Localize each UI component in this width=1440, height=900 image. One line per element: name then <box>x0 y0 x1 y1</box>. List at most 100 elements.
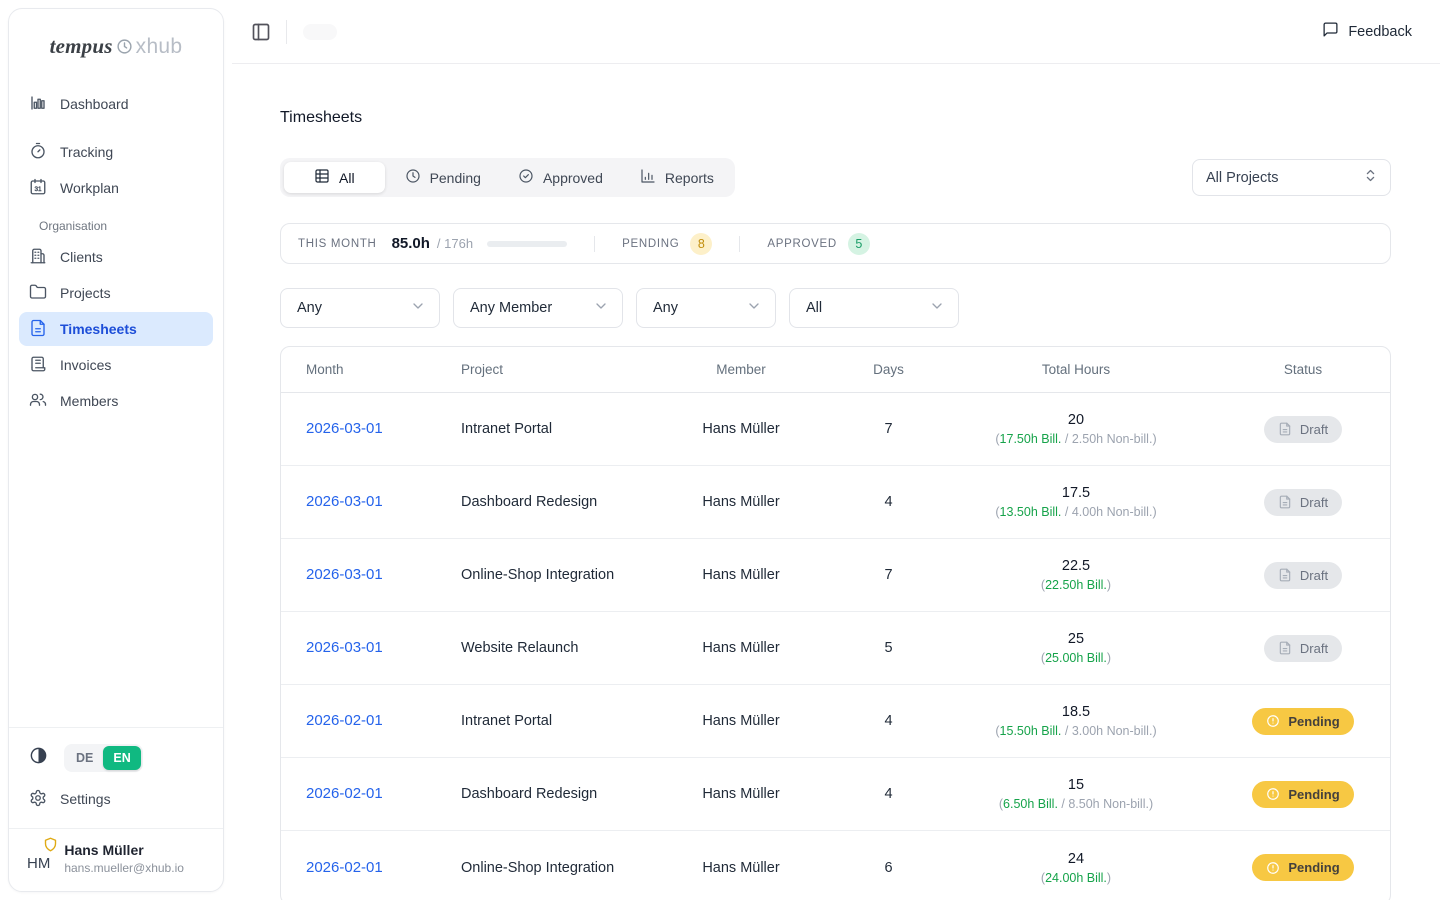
chevrons-up-down-icon <box>1363 168 1378 187</box>
sidebar-item-label: Projects <box>60 285 111 301</box>
chevron-down-icon <box>410 298 426 318</box>
status-label: Pending <box>1288 714 1339 729</box>
timesheet-date-link[interactable]: 2026-03-01 <box>306 420 383 437</box>
user-email: hans.mueller@xhub.io <box>64 861 184 875</box>
status-label: Draft <box>1300 568 1328 583</box>
language-option-en[interactable]: EN <box>103 746 140 770</box>
timesheet-date-link[interactable]: 2026-03-01 <box>306 639 383 656</box>
status-badge: Pending <box>1252 781 1353 808</box>
chevron-down-icon <box>746 298 762 318</box>
cell-days: 4 <box>841 494 936 510</box>
speech-bubble-icon <box>1322 21 1339 42</box>
sidebar-item-label: Members <box>60 393 118 409</box>
status-label: Draft <box>1300 641 1328 656</box>
folder-icon <box>29 283 47 304</box>
file-icon <box>1278 568 1292 582</box>
feedback-label: Feedback <box>1348 24 1412 40</box>
status-label: Pending <box>1288 860 1339 875</box>
clock-icon <box>1266 861 1280 875</box>
cell-total-hours: 22.5 (22.50h Bill.) <box>936 558 1216 592</box>
breadcrumb-skeleton <box>303 24 337 40</box>
cell-total-hours: 24 (24.00h Bill.) <box>936 851 1216 885</box>
column-header-month: Month <box>281 362 456 377</box>
file-icon <box>1278 641 1292 655</box>
theme-contrast-icon[interactable] <box>29 746 48 770</box>
pending-count-badge: 8 <box>690 233 712 255</box>
chevron-down-icon <box>929 298 945 318</box>
cell-days: 7 <box>841 421 936 437</box>
cell-member: Hans Müller <box>641 786 841 802</box>
sidebar-item-clients[interactable]: Clients <box>19 240 213 274</box>
cell-project: Online-Shop Integration <box>456 860 641 876</box>
calendar-icon: 31 <box>29 178 47 199</box>
column-header-project: Project <box>456 362 641 377</box>
sidebar-toggle-button[interactable] <box>251 22 271 42</box>
sidebar-item-projects[interactable]: Projects <box>19 276 213 310</box>
tab-all[interactable]: All <box>284 162 385 193</box>
user-profile[interactable]: HM Hans Müller hans.mueller@xhub.io <box>9 828 223 891</box>
table-row: 2026-03-01 Online-Shop Integration Hans … <box>281 539 1390 612</box>
status-label: Draft <box>1300 422 1328 437</box>
filter-value: Any <box>297 300 322 316</box>
filter-member-select[interactable]: Any Member <box>453 288 623 328</box>
table-row: 2026-02-01 Intranet Portal Hans Müller 4… <box>281 685 1390 758</box>
user-name: Hans Müller <box>64 842 184 858</box>
filter-year-select[interactable]: All <box>789 288 959 328</box>
sidebar-item-label: Invoices <box>60 357 111 373</box>
avatar: HM <box>27 845 50 872</box>
sidebar-item-tracking[interactable]: Tracking <box>19 135 213 169</box>
clock-icon <box>116 38 133 55</box>
filter-status-select[interactable]: Any <box>280 288 440 328</box>
sidebar-item-members[interactable]: Members <box>19 384 213 418</box>
column-header-member: Member <box>641 362 841 377</box>
clock-icon <box>405 168 421 187</box>
tab-label: Pending <box>430 170 481 186</box>
cell-days: 4 <box>841 713 936 729</box>
tab-reports[interactable]: Reports <box>623 162 731 193</box>
timesheet-date-link[interactable]: 2026-02-01 <box>306 859 383 876</box>
avatar-initials: HM <box>27 855 50 872</box>
sidebar-item-settings[interactable]: Settings <box>19 782 213 816</box>
stats-divider <box>594 236 595 252</box>
file-icon <box>1278 495 1292 509</box>
filter-month-select[interactable]: Any <box>636 288 776 328</box>
chart-icon <box>640 168 656 187</box>
sidebar-item-timesheets[interactable]: Timesheets <box>19 312 213 346</box>
table-row: 2026-03-01 Website Relaunch Hans Müller … <box>281 612 1390 685</box>
content: Timesheets All Pending <box>232 64 1440 900</box>
column-header-days: Days <box>841 362 936 377</box>
cell-project: Website Relaunch <box>456 640 641 656</box>
language-option-de[interactable]: DE <box>66 746 103 770</box>
project-filter-select[interactable]: All Projects <box>1192 159 1391 196</box>
cell-project: Dashboard Redesign <box>456 786 641 802</box>
feedback-button[interactable]: Feedback <box>1322 21 1412 42</box>
timesheet-date-link[interactable]: 2026-02-01 <box>306 785 383 802</box>
cell-days: 7 <box>841 567 936 583</box>
pending-label: PENDING <box>622 238 679 250</box>
check-circle-icon <box>518 168 534 187</box>
timesheets-table: Month Project Member Days Total Hours St… <box>280 346 1391 900</box>
cell-days: 5 <box>841 640 936 656</box>
status-badge: Pending <box>1252 708 1353 735</box>
topbar-divider <box>286 20 287 44</box>
sidebar-item-label: Tracking <box>60 144 113 160</box>
sidebar: tempus xhub Dashboard Tracking 31 Workpl… <box>8 8 224 892</box>
table-row: 2026-02-01 Online-Shop Integration Hans … <box>281 831 1390 900</box>
sidebar-item-invoices[interactable]: Invoices <box>19 348 213 382</box>
table-body: 2026-03-01 Intranet Portal Hans Müller 7… <box>281 393 1390 900</box>
column-header-total-hours: Total Hours <box>936 362 1216 377</box>
sidebar-item-workplan[interactable]: 31 Workplan <box>19 171 213 205</box>
tab-pending[interactable]: Pending <box>388 162 498 193</box>
sidebar-item-label: Timesheets <box>60 321 137 337</box>
sidebar-item-dashboard[interactable]: Dashboard <box>19 87 213 121</box>
shield-icon <box>43 837 58 856</box>
page-title: Timesheets <box>280 109 1391 127</box>
status-badge: Pending <box>1252 854 1353 881</box>
brand-name-tempus: tempus <box>50 34 113 59</box>
cell-project: Dashboard Redesign <box>456 494 641 510</box>
timesheet-date-link[interactable]: 2026-03-01 <box>306 493 383 510</box>
tab-approved[interactable]: Approved <box>501 162 620 193</box>
timesheet-date-link[interactable]: 2026-02-01 <box>306 712 383 729</box>
timesheet-date-link[interactable]: 2026-03-01 <box>306 566 383 583</box>
hours-value: 85.0h <box>392 235 430 252</box>
